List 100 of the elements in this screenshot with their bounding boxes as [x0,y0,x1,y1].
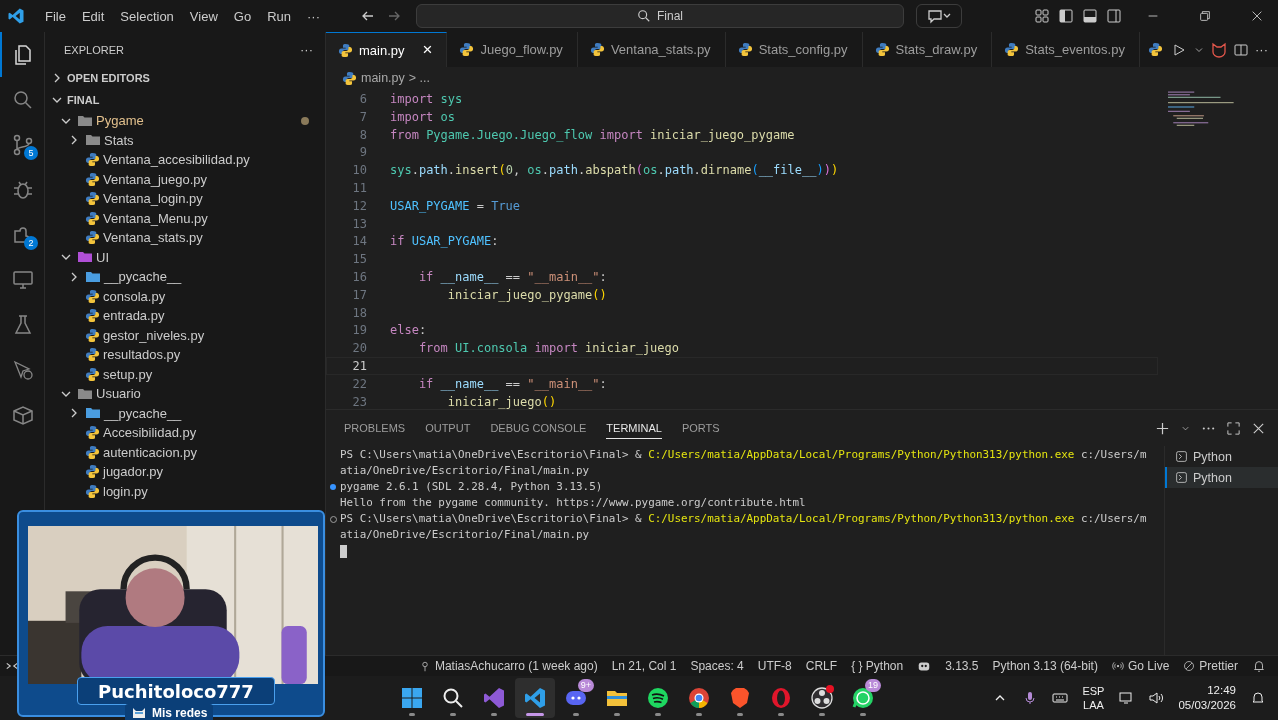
tree-item[interactable]: Pygame [96,113,144,129]
panel-tab[interactable]: TERMINAL [606,417,662,439]
terminal-item[interactable]: Python [1165,446,1278,467]
tree-item[interactable]: Ventana_Menu.py [103,210,208,226]
tree-item[interactable]: __pycache__ [104,269,182,285]
search-field[interactable]: Final [416,4,904,28]
section-header[interactable]: FINAL [45,89,325,111]
line-number: 7 [358,108,368,125]
add-icon[interactable] [1155,420,1170,436]
modified-dot [301,116,309,125]
menu-item[interactable]: ··· [299,8,328,24]
tree-item[interactable]: Ventana_accesibilidad.py [103,152,250,168]
section-header[interactable]: OPEN EDITORS [45,67,325,89]
panel-tab[interactable]: PORTS [681,417,720,439]
close-icon[interactable] [1250,9,1264,23]
cat-face-icon[interactable] [1211,41,1227,58]
activity-bar-item[interactable]: 5 [0,122,44,167]
tree-item[interactable]: UI [96,249,109,265]
terminal-line: atia/OneDrive/Escritorio/Final/main.py [340,463,590,479]
more-actions-button[interactable]: ··· [300,42,313,57]
status-item[interactable]: CRLF [805,659,838,673]
code-line: import sys [390,91,463,107]
run-icon[interactable] [1171,41,1187,58]
tree-item[interactable]: jugador.py [103,464,163,480]
breadcrumb-item[interactable]: main.py [361,71,405,85]
menu-item[interactable]: Run [259,8,299,24]
tree-item[interactable]: login.py [103,483,148,499]
editor-tab[interactable]: Ventana_stats.py [577,32,726,67]
git-blame-item[interactable]: MatiasAchucarro (1 week ago) [418,659,598,673]
editor-tab[interactable]: Juego_flow.py [447,32,578,67]
tree-item[interactable]: Accesibilidad.py [103,425,197,441]
taskbar-app[interactable] [515,678,555,718]
line-number: 22 [351,375,368,392]
broadcast-icon [1111,660,1124,672]
tree-item[interactable]: Ventana_stats.py [103,230,203,246]
editor-tab[interactable]: Stats_eventos.py [992,32,1140,67]
secondary-sidebar-icon[interactable] [1106,8,1122,24]
panel-tab[interactable]: DEBUG CONSOLE [490,417,587,439]
tree-item[interactable]: __pycache__ [104,405,182,421]
menu-item[interactable]: Selection [112,8,182,24]
panel-tab[interactable]: OUTPUT [425,417,471,439]
keyboard-icon[interactable] [1052,690,1069,706]
count-badge: 2 [24,236,38,250]
status-item[interactable]: Spaces: 4 [690,659,744,673]
python-file-icon [85,464,100,480]
editor-tab[interactable]: Stats_config.py [725,32,863,67]
tree-item[interactable]: consola.py [103,288,166,304]
python-file-icon [459,42,475,57]
status-item[interactable]: Python 3.13 (64-bit) [992,659,1098,673]
python-file-icon[interactable] [1147,42,1163,57]
go-live-button[interactable]: Go Live [1111,659,1170,673]
tree-item[interactable]: entrada.py [103,308,165,324]
layout-icon[interactable] [1034,8,1050,24]
input-language[interactable]: ESP LAA [1082,684,1105,712]
sidebar-toggle-icon[interactable] [1058,8,1074,24]
code-line: if __name__ == "__main__": [417,268,607,285]
notification-bell-icon[interactable] [1250,690,1266,706]
status-item[interactable]: UTF-8 [757,659,792,673]
line-number: 13 [351,215,368,232]
prettier-item[interactable]: Prettier [1183,659,1238,673]
more-actions-button[interactable]: ··· [1255,42,1268,57]
clock[interactable]: 12:49 05/03/2026 [1178,683,1236,713]
social-link[interactable]: Mis redes [125,704,214,720]
status-item[interactable]: Ln 21, Col 1 [611,659,677,673]
code-line: sys.path.insert(0, os.path.abspath(os.path.dirname(__file__))) [390,162,839,178]
language-mode[interactable]: { } Python [851,659,904,673]
tree-item[interactable]: autenticacion.py [103,444,197,460]
maximize-icon[interactable] [1226,420,1241,436]
terminal-line: PS C:\Users\matia\OneDrive\Escritorio\Final> & C:/Users/matia/AppData/Local/Programs/Python/Python313/python.exe c:/Users/m [340,511,1147,527]
panel-tab[interactable]: PROBLEMS [344,417,406,439]
success-marker[interactable] [330,484,336,490]
tree-item[interactable]: Stats [104,132,134,148]
tree-item[interactable]: setup.py [103,366,153,382]
split-editor-icon[interactable] [1233,41,1249,58]
status-item[interactable]: 3.13.5 [945,659,979,673]
activity-bar-item[interactable]: 2 [0,212,44,257]
menu-item[interactable]: File [37,8,74,24]
panel-toggle-icon[interactable] [1082,8,1098,24]
tree-item[interactable]: resultados.py [103,347,181,363]
speaker-icon[interactable] [1148,690,1165,706]
python-file-icon [85,308,100,324]
tree-item[interactable]: Ventana_login.py [103,191,203,207]
menu-item[interactable]: Go [225,8,260,24]
bell-icon[interactable] [1252,659,1266,673]
line-number: 21 [351,357,368,374]
menu-item[interactable]: View [181,8,226,24]
restore-icon[interactable] [1198,9,1212,23]
terminal-item[interactable]: Python [1165,467,1278,488]
line-number: 8 [358,126,368,143]
record-icon [810,686,834,710]
vscode-logo-icon [7,7,25,25]
tree-item[interactable]: Usuario [96,386,141,402]
breadcrumb-item[interactable]: > ... [408,71,430,85]
tree-item[interactable]: gestor_niveles.py [103,327,205,343]
editor-tab[interactable]: Stats_draw.py [862,32,993,67]
tree-item[interactable]: Ventana_juego.py [103,171,208,187]
chat-button[interactable] [916,4,962,28]
editor-tab[interactable]: main.py × [326,32,448,67]
menu-item[interactable]: Edit [73,8,113,24]
network-icon[interactable] [1118,690,1135,706]
